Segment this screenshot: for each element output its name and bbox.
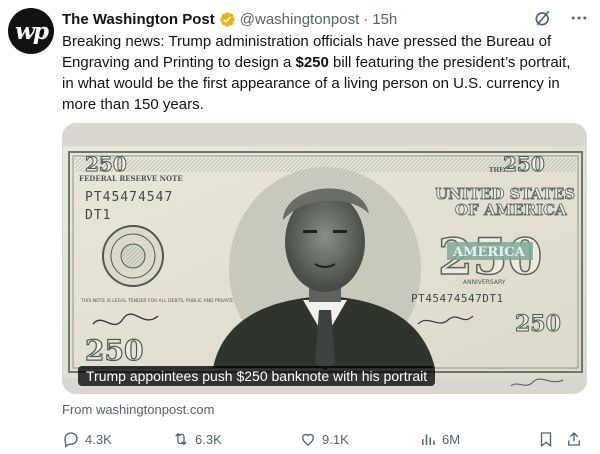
corner-value-bottom-right: 250	[515, 311, 561, 337]
share-icon	[568, 432, 580, 446]
bookmark-button[interactable]	[537, 428, 555, 450]
anniversary-text: ANNIVERSARY	[463, 279, 506, 286]
federal-reserve-seal	[102, 225, 164, 287]
corner-value-top-left: 250	[85, 152, 127, 176]
like-count: 9.1K	[322, 431, 349, 447]
repost-count: 6.3K	[195, 431, 222, 447]
reply-count: 4.3K	[85, 431, 112, 447]
account-handle[interactable]: @washingtonpost	[240, 11, 359, 28]
avatar[interactable]: wp	[8, 8, 54, 54]
corner-value-top-right: 250	[503, 152, 545, 176]
heart-icon	[302, 433, 314, 446]
media-image[interactable]: 250 250 FEDERAL RESERVE NOTE PT45474547 …	[62, 123, 587, 394]
account-name[interactable]: The Washington Post	[62, 11, 215, 28]
views-count: 6M	[442, 431, 461, 447]
america-text: AMERICA	[452, 245, 526, 260]
corner-value-bottom-left: 250	[85, 334, 143, 367]
media-caption: Trump appointees push $250 banknote with…	[78, 366, 436, 386]
tweet-header: The Washington Post @washingtonpost · 15…	[62, 9, 590, 29]
verified-badge-icon	[219, 11, 236, 28]
views-chart-icon	[422, 434, 435, 445]
country-line-3: OF AMERICA	[455, 201, 567, 219]
share-button[interactable]	[565, 428, 583, 450]
views-button[interactable]: 6M	[419, 428, 460, 450]
note-header: FEDERAL RESERVE NOTE	[79, 174, 183, 183]
serial-number-left: PT45474547	[85, 190, 173, 205]
action-bar: 4.3K 6.3K 9.1K 6M	[62, 428, 587, 450]
serial-suffix-left: DT1	[85, 208, 111, 223]
tweet-time[interactable]: 15h	[372, 11, 397, 28]
avatar-logo-text: wp	[15, 17, 49, 45]
banknote-illustration: 250 250 FEDERAL RESERVE NOTE PT45474547 …	[63, 124, 586, 393]
header-actions	[532, 7, 590, 29]
repost-button[interactable]: 6.3K	[172, 428, 222, 450]
link-source[interactable]: From washingtonpost.com	[62, 402, 214, 417]
reply-icon	[64, 432, 78, 448]
legal-tender-text: THIS NOTE IS LEGAL TENDER FOR ALL DEBTS,…	[80, 298, 233, 304]
bookmark-icon	[540, 432, 552, 448]
separator-dot: ·	[363, 10, 369, 28]
tweet-text-bold: $250	[295, 54, 329, 71]
tweet-text: Breaking news: Trump administration offi…	[62, 31, 584, 115]
country-line-1: THE	[489, 167, 504, 174]
serial-number-right: PT45474547DT1	[411, 292, 504, 305]
reply-button[interactable]: 4.3K	[62, 428, 112, 450]
grok-icon[interactable]	[532, 7, 554, 29]
more-options-icon[interactable]	[568, 7, 590, 29]
like-button[interactable]: 9.1K	[299, 428, 349, 450]
repost-icon	[175, 432, 187, 446]
